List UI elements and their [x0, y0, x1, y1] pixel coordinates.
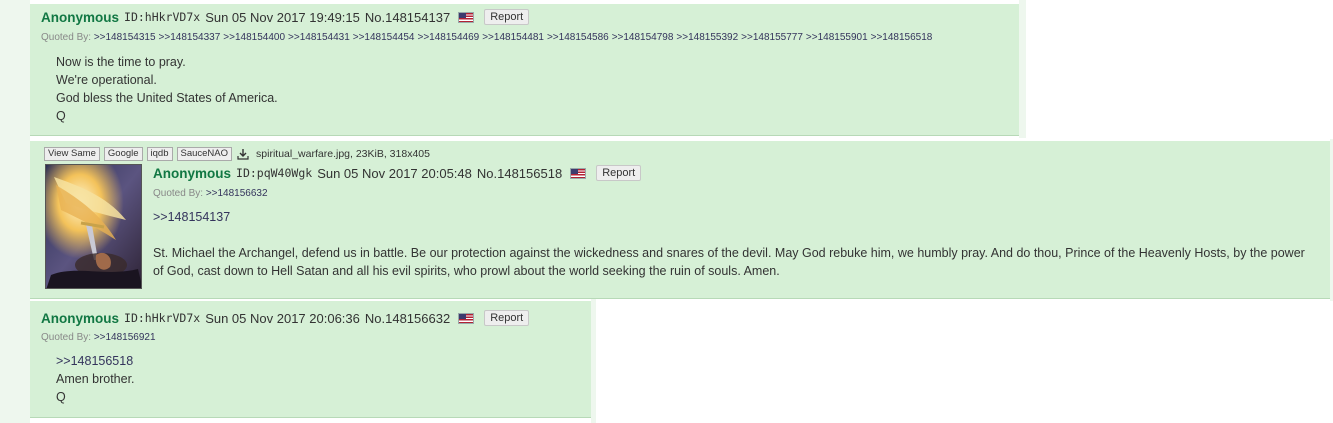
iqdb-button[interactable]: iqdb	[146, 147, 173, 161]
us-flag-icon	[458, 312, 475, 324]
post-header: Anonymous ID:pqW40Wgk Sun 05 Nov 2017 20…	[153, 165, 642, 181]
us-flag-icon	[458, 11, 475, 23]
post-edge	[1019, 0, 1026, 138]
quoted-by-label: Quoted By:	[41, 332, 92, 343]
quote-link[interactable]: >>148156921	[94, 332, 156, 343]
post-line: Amen brother.	[56, 372, 135, 386]
post-line: God bless the United States of America.	[56, 91, 278, 105]
quote-link[interactable]: >>148154315	[94, 32, 156, 43]
post-number[interactable]: No.148154137	[365, 10, 450, 25]
us-flag-icon	[570, 167, 587, 179]
post-edge	[591, 299, 596, 423]
post-header: Anonymous ID:hHkrVD7x Sun 05 Nov 2017 20…	[41, 310, 530, 326]
post-body: >>148156518 Amen brother. Q	[56, 352, 135, 406]
post-header: Anonymous ID:hHkrVD7x Sun 05 Nov 2017 19…	[41, 9, 530, 25]
post-body: Now is the time to pray. We're operation…	[56, 53, 278, 125]
post-line: Q	[56, 390, 66, 404]
report-button[interactable]: Report	[484, 9, 530, 25]
post-line: We're operational.	[56, 73, 157, 87]
quote-link[interactable]: >>148155392	[676, 32, 738, 43]
poster-name: Anonymous	[41, 9, 120, 25]
quote-link[interactable]: >>148154337	[159, 32, 221, 43]
quoted-by: Quoted By: >>148156921	[41, 332, 159, 343]
post-number[interactable]: No.148156632	[365, 311, 450, 326]
post-number[interactable]: No.148156518	[477, 166, 562, 181]
quote-link[interactable]: >>148154400	[223, 32, 285, 43]
quote-link[interactable]: >>148154431	[288, 32, 350, 43]
quoted-by-links: >>148156632	[206, 188, 271, 199]
post-datetime: Sun 05 Nov 2017 19:49:15	[205, 9, 360, 25]
quote-link[interactable]: >>148156518	[871, 32, 933, 43]
report-button[interactable]: Report	[596, 165, 642, 181]
post-148156632: Anonymous ID:hHkrVD7x Sun 05 Nov 2017 20…	[30, 301, 591, 418]
post-datetime: Sun 05 Nov 2017 20:06:36	[205, 310, 360, 326]
file-thumbnail[interactable]	[45, 164, 142, 289]
quote-link[interactable]: >>148154481	[482, 32, 544, 43]
google-button[interactable]: Google	[103, 147, 143, 161]
file-bar: View Same Google iqdb SauceNAO spiritual…	[44, 147, 430, 161]
post-148154137: Anonymous ID:hHkrVD7x Sun 05 Nov 2017 19…	[30, 4, 1019, 136]
reply-link[interactable]: >>148154137	[153, 210, 230, 224]
post-line: Now is the time to pray.	[56, 55, 186, 69]
quoted-by-label: Quoted By:	[153, 188, 204, 199]
report-button[interactable]: Report	[484, 310, 530, 326]
thumbnail-image	[46, 165, 141, 288]
quote-link[interactable]: >>148154454	[353, 32, 415, 43]
quote-link[interactable]: >>148155901	[806, 32, 868, 43]
quoted-by-links: >>148156921	[94, 332, 159, 343]
poster-id[interactable]: ID:hHkrVD7x	[124, 10, 200, 24]
thread-side-strip	[0, 0, 30, 423]
saucenao-button[interactable]: SauceNAO	[176, 147, 233, 161]
quote-link[interactable]: >>148154469	[417, 32, 479, 43]
quote-link[interactable]: >>148154586	[547, 32, 609, 43]
poster-name: Anonymous	[153, 165, 232, 181]
download-icon[interactable]	[236, 148, 250, 160]
quoted-by-label: Quoted By:	[41, 32, 92, 43]
quoted-by-links: >>148154315 >>148154337 >>148154400 >>14815…	[94, 32, 936, 43]
post-datetime: Sun 05 Nov 2017 20:05:48	[317, 165, 472, 181]
post-body: >>148154137 St. Michael the Archangel, d…	[153, 208, 1318, 280]
view-same-button[interactable]: View Same	[44, 147, 100, 161]
post-line: Q	[56, 109, 66, 123]
quote-link[interactable]: >>148156632	[206, 188, 268, 199]
poster-name: Anonymous	[41, 310, 120, 326]
poster-id[interactable]: ID:pqW40Wgk	[236, 166, 312, 180]
file-info[interactable]: spiritual_warfare.jpg, 23KiB, 318x405	[256, 148, 430, 160]
post-148156518: View Same Google iqdb SauceNAO spiritual…	[30, 141, 1330, 299]
post-text: St. Michael the Archangel, defend us in …	[153, 246, 1305, 278]
poster-id[interactable]: ID:hHkrVD7x	[124, 311, 200, 325]
reply-link[interactable]: >>148156518	[56, 354, 133, 368]
quoted-by: Quoted By: >>148156632	[153, 188, 271, 199]
quote-link[interactable]: >>148155777	[741, 32, 803, 43]
quoted-by: Quoted By: >>148154315 >>148154337 >>14815…	[41, 32, 935, 43]
quote-link[interactable]: >>148154798	[612, 32, 674, 43]
